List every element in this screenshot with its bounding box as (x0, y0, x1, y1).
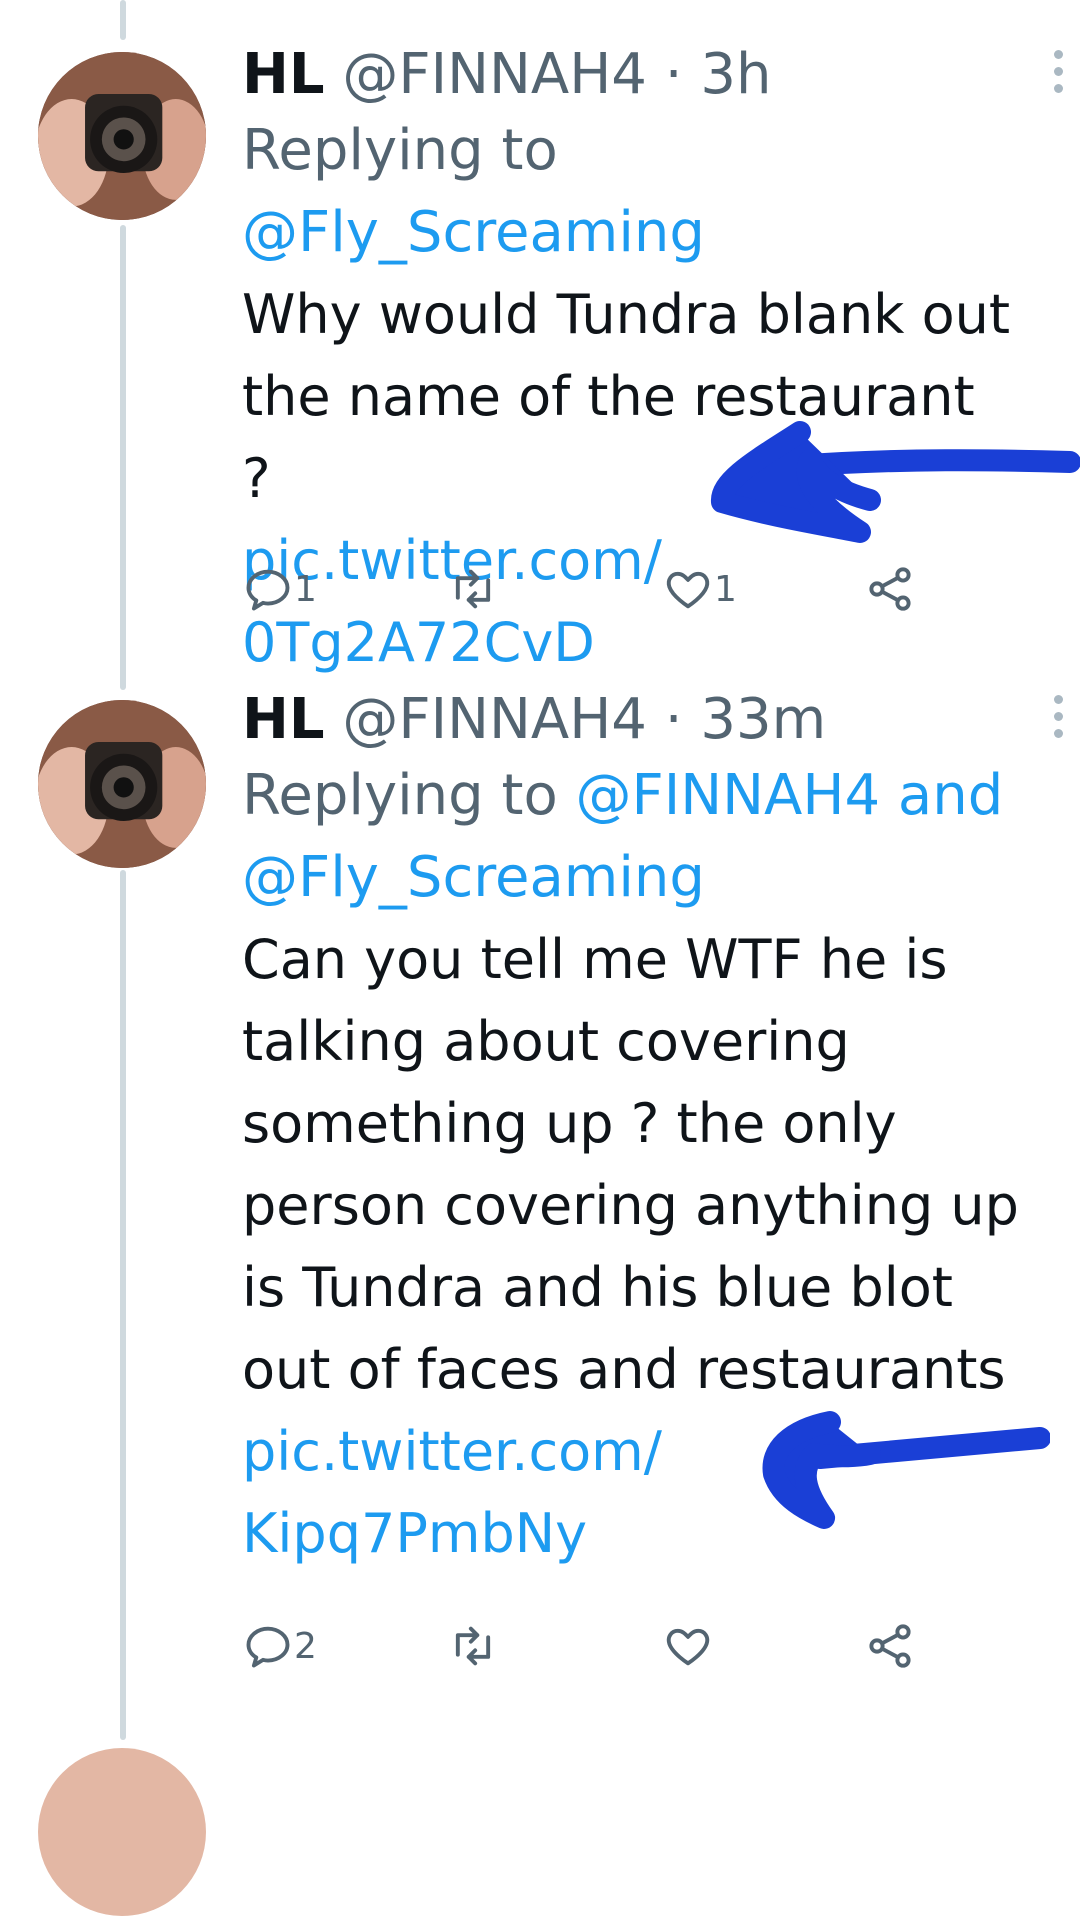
tweet-text: Can you tell me WTF he is talking about … (242, 919, 1020, 1411)
tweet-text-line: Can you tell me WTF he is (242, 928, 948, 991)
share-icon (869, 567, 911, 611)
mention-link[interactable]: @FINNAH4 and (576, 763, 1004, 828)
replying-to: Replying to @FINNAH4 and @Fly_Screaming (242, 755, 1020, 919)
retweet-icon (455, 569, 491, 609)
retweet-button[interactable] (447, 563, 499, 615)
retweet-button[interactable] (447, 1620, 499, 1672)
tweet-text-line: is Tundra and his blue blot (242, 1256, 953, 1319)
like-icon (666, 571, 710, 609)
avatar[interactable] (38, 700, 206, 868)
tweet-text-line: person covering anything up (242, 1174, 1019, 1237)
handle[interactable]: @FINNAH4 (342, 42, 647, 107)
retweet-icon (455, 1626, 491, 1666)
reply-count: 2 (294, 1625, 317, 1667)
like-count: 1 (714, 568, 737, 610)
tweet-header: HL @FINNAH4 · 3h (242, 40, 1020, 110)
reply-icon (246, 569, 290, 611)
display-name[interactable]: HL (242, 42, 325, 107)
replying-to-label: Replying to (242, 763, 558, 828)
share-button[interactable] (864, 1620, 916, 1672)
thread-line-1 (120, 225, 126, 690)
share-button[interactable] (864, 563, 916, 615)
action-bar: 1 1 (242, 563, 942, 623)
mention-link[interactable]: @Fly_Screaming (242, 200, 705, 265)
thread-line-top (120, 0, 126, 40)
reply-button[interactable]: 1 (242, 563, 317, 615)
more-icon[interactable] (1051, 695, 1065, 749)
tweet-text-line: out of faces and restaurants (242, 1338, 1006, 1401)
pic-link-line[interactable]: pic.twitter.com/ (242, 1411, 1020, 1493)
tweet-text-line: the name of the restaurant ? (242, 365, 975, 510)
mention-link[interactable]: @Fly_Screaming (242, 837, 1020, 919)
reply-count: 1 (294, 568, 317, 610)
reply-button[interactable]: 2 (242, 1620, 317, 1672)
tweet-text-line: talking about covering (242, 1010, 850, 1073)
avatar[interactable] (38, 1748, 206, 1916)
like-button[interactable]: 1 (662, 563, 737, 615)
more-icon[interactable] (1051, 50, 1065, 104)
thread-line-2 (120, 870, 126, 1740)
separator: · (664, 687, 683, 752)
like-button[interactable] (662, 1620, 714, 1672)
reply-icon (246, 1626, 290, 1668)
separator: · (664, 42, 683, 107)
handle[interactable]: @FINNAH4 (342, 687, 647, 752)
replying-to: Replying to @Fly_Screaming (242, 110, 1020, 274)
display-name[interactable]: HL (242, 687, 325, 752)
pic-link[interactable]: pic.twitter.com/ Kipq7PmbNy (242, 1411, 1020, 1575)
tweet-text-line: Why would Tundra blank out (242, 283, 1011, 346)
timestamp[interactable]: 3h (700, 42, 771, 107)
share-icon (869, 1624, 911, 1668)
avatar[interactable] (38, 52, 206, 220)
tweet-text: Why would Tundra blank out the name of t… (242, 274, 1020, 520)
tweet-text-line: something up ? the only (242, 1092, 897, 1155)
tweet-2[interactable]: HL @FINNAH4 · 33m Replying to @FINNAH4 a… (242, 685, 1063, 1575)
like-icon (666, 1628, 710, 1666)
pic-link-line[interactable]: Kipq7PmbNy (242, 1493, 1020, 1575)
action-bar: 2 (242, 1620, 942, 1680)
tweet-header: HL @FINNAH4 · 33m (242, 685, 1020, 755)
replying-to-label: Replying to (242, 118, 558, 183)
timestamp[interactable]: 33m (700, 687, 826, 752)
